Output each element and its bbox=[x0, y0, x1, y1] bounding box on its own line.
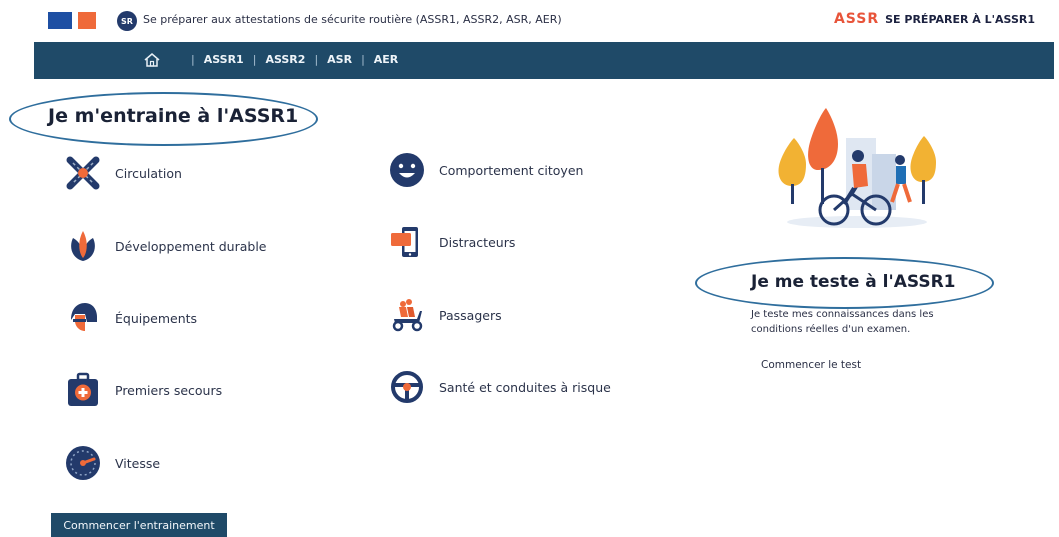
topic-label: Comportement citoyen bbox=[439, 162, 584, 178]
nav-link-assr2[interactable]: ASSR2 bbox=[265, 53, 305, 66]
topic-vitesse[interactable]: Vitesse bbox=[65, 445, 160, 481]
cyclists-illustration bbox=[778, 108, 936, 228]
steering-wheel-icon bbox=[391, 371, 423, 403]
topic-label: Distracteurs bbox=[439, 234, 516, 250]
topic-distracteurs[interactable]: Distracteurs bbox=[389, 224, 515, 260]
topic-developpement-durable[interactable]: Développement durable bbox=[65, 228, 267, 264]
top-bar: SR Se préparer aux attestations de sécur… bbox=[0, 0, 1059, 40]
nav-items: | ASSR1 | ASSR2 | ASR | AER bbox=[182, 53, 398, 66]
start-training-button[interactable]: Commencer l'entrainement bbox=[51, 513, 227, 537]
nav-separator: | bbox=[361, 53, 365, 66]
helmet-icon bbox=[71, 303, 97, 331]
site-title[interactable]: Se préparer aux attestations de sécurite… bbox=[143, 13, 562, 26]
securite-routiere-logo: SR bbox=[117, 11, 137, 31]
nav-separator: | bbox=[314, 53, 319, 66]
start-test-link[interactable]: Commencer le test bbox=[761, 359, 861, 371]
topic-label: Passagers bbox=[439, 307, 502, 323]
home-icon[interactable] bbox=[143, 51, 161, 69]
nav-separator: | bbox=[252, 53, 257, 66]
topic-equipements[interactable]: Équipements bbox=[65, 300, 197, 336]
topic-label: Santé et conduites à risque bbox=[439, 379, 611, 395]
nav-link-aer[interactable]: AER bbox=[374, 53, 399, 66]
first-aid-kit-icon bbox=[68, 372, 98, 406]
test-title: Je me teste à l'ASSR1 bbox=[751, 272, 956, 292]
nav-link-asr[interactable]: ASR bbox=[327, 53, 352, 66]
scooter-icon bbox=[392, 299, 423, 332]
topic-comportement-citoyen[interactable]: Comportement citoyen bbox=[389, 152, 583, 188]
assr-brand[interactable]: ASSR SE PRÉPARER À L'ASSR1 bbox=[834, 11, 1035, 27]
republic-flag-logo bbox=[48, 12, 96, 29]
brand-text: SE PRÉPARER À L'ASSR1 bbox=[885, 13, 1035, 26]
topic-label: Équipements bbox=[115, 310, 198, 326]
topic-label: Premiers secours bbox=[115, 382, 223, 398]
topic-circulation[interactable]: Circulation bbox=[65, 155, 182, 191]
topic-label: Circulation bbox=[115, 165, 182, 181]
main-nav: | ASSR1 | ASSR2 | ASR | AER bbox=[34, 42, 1054, 79]
leaves-icon bbox=[71, 231, 95, 261]
speedometer-icon bbox=[66, 446, 100, 480]
nav-separator: | bbox=[191, 53, 195, 66]
assr-logo-mark: ASSR bbox=[833, 11, 880, 27]
training-title: Je m'entraine à l'ASSR1 bbox=[48, 105, 299, 127]
smiley-icon bbox=[390, 153, 424, 187]
topic-label: Vitesse bbox=[115, 455, 161, 471]
nav-link-assr1[interactable]: ASSR1 bbox=[204, 53, 244, 66]
topic-passagers[interactable]: Passagers bbox=[389, 297, 502, 333]
topic-sante-conduites-risque[interactable]: Santé et conduites à risque bbox=[389, 369, 611, 405]
topic-premiers-secours[interactable]: Premiers secours bbox=[65, 372, 222, 408]
phone-icon bbox=[391, 227, 418, 257]
test-description: Je teste mes connaissances dans les cond… bbox=[751, 309, 934, 335]
topic-label: Développement durable bbox=[115, 238, 267, 254]
crossroads-icon bbox=[66, 156, 100, 190]
